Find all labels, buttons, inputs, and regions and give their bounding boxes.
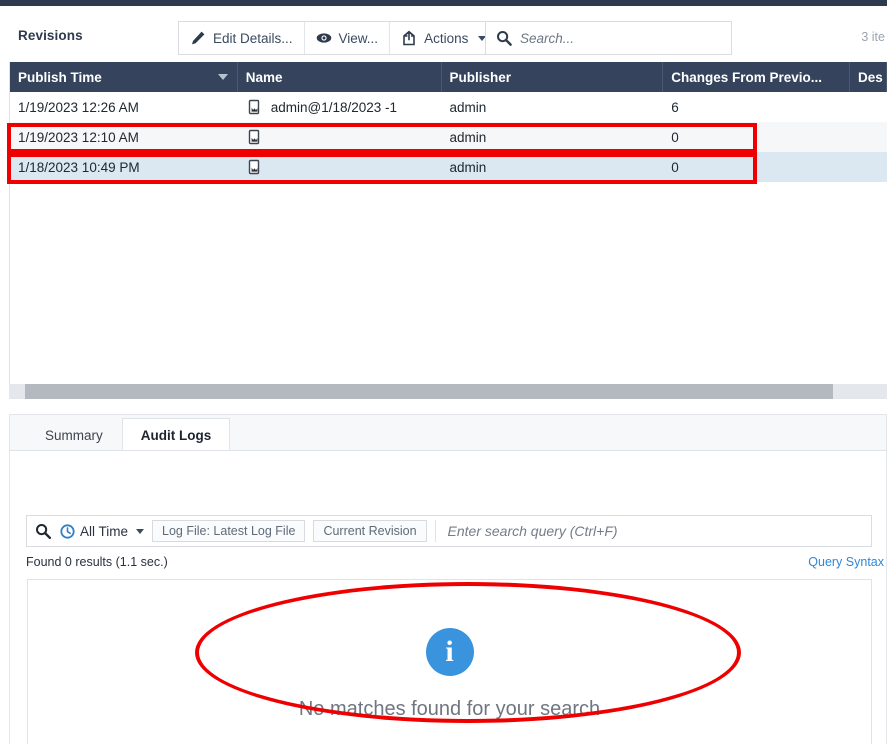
revision-doc-icon [246,99,263,116]
column-header-label: Changes From Previo... [671,70,822,85]
eye-icon [316,30,332,46]
table-row[interactable]: 1/19/2023 12:10 AM admin 0 [10,122,887,152]
query-syntax-link[interactable]: Query Syntax [808,555,884,569]
column-header-label: Publish Time [18,70,102,85]
details-tabstrip: Summary Audit Logs [10,415,886,451]
pencil-icon [190,30,206,46]
cell-publish-time: 1/18/2023 10:49 PM [10,160,238,175]
search-icon[interactable] [35,523,51,539]
cell-publish-time: 1/19/2023 12:26 AM [10,100,238,115]
toolbar-button-group: Edit Details... View... [178,21,498,55]
query-input[interactable]: Enter search query (Ctrl+F) [448,523,618,539]
cell-publisher: admin [442,130,664,145]
edit-details-label: Edit Details... [213,31,293,46]
grid-horizontal-scrollbar[interactable] [9,384,887,399]
tab-label: Summary [45,428,103,443]
actions-label: Actions [424,31,468,46]
revisions-toolbar: Revisions Edit Details... [0,6,887,62]
column-header-label: Publisher [450,70,512,85]
view-button[interactable]: View... [305,22,391,54]
current-revision-chip[interactable]: Current Revision [313,520,426,542]
cell-name: admin@1/18/2023 -1 [238,99,442,116]
tab-label: Audit Logs [141,428,212,443]
info-glyph: i [445,635,453,669]
sort-descending-icon [218,74,228,80]
view-label: View... [339,31,379,46]
revisions-screen: Revisions Edit Details... [0,0,887,744]
results-count-label: Found 0 results (1.1 sec.) [26,555,168,569]
audit-log-search-bar: All Time Log File: Latest Log File Curre… [26,515,872,547]
edit-details-button[interactable]: Edit Details... [179,22,305,54]
table-row[interactable]: 1/18/2023 10:49 PM admin 0 [10,152,887,182]
cell-name [238,159,442,176]
revisions-grid: Publish Time Name Publisher Changes From… [9,62,887,399]
cell-name-label: admin@1/18/2023 -1 [271,100,397,115]
search-placeholder: Search... [520,31,574,46]
column-header-publisher[interactable]: Publisher [442,62,664,92]
cell-publisher: admin [442,160,664,175]
column-header-label: Des [858,70,883,85]
column-header-name[interactable]: Name [238,62,442,92]
time-range-label: All Time [80,524,128,539]
cell-name [238,129,442,146]
share-icon [401,30,417,46]
details-panel: Summary Audit Logs [9,414,887,744]
cell-publisher: admin [442,100,664,115]
column-header-label: Name [246,70,283,85]
tab-audit-logs[interactable]: Audit Logs [122,418,231,452]
actions-button[interactable]: Actions [390,22,497,54]
grid-body: 1/19/2023 12:26 AM admin@1/18/2023 -1 ad… [10,92,887,399]
info-icon: i [426,628,474,676]
grid-header-row: Publish Time Name Publisher Changes From… [10,62,887,92]
table-row[interactable]: 1/19/2023 12:26 AM admin@1/18/2023 -1 ad… [10,92,887,122]
audit-logs-panel: All Time Log File: Latest Log File Curre… [10,450,886,744]
search-icon [496,30,512,46]
cell-changes: 6 [663,100,850,115]
tab-summary[interactable]: Summary [26,418,122,451]
empty-state-message: No matches found for your search [299,698,600,721]
toolbar-divider [435,520,436,542]
cell-changes: 0 [663,130,850,145]
page-title: Revisions [18,28,83,43]
column-header-description[interactable]: Des [850,62,887,92]
cell-publish-time: 1/19/2023 12:10 AM [10,130,238,145]
column-header-publish-time[interactable]: Publish Time [10,62,238,92]
cell-changes: 0 [663,160,850,175]
column-header-changes-from-previous[interactable]: Changes From Previo... [663,62,850,92]
clock-icon [59,523,75,539]
time-range-selector[interactable]: All Time [59,523,144,539]
revision-doc-icon [246,159,263,176]
results-area: i No matches found for your search [27,579,872,744]
revision-doc-icon [246,129,263,146]
log-file-chip[interactable]: Log File: Latest Log File [152,520,305,542]
scrollbar-thumb[interactable] [25,384,833,399]
chevron-down-icon [136,529,144,534]
search-input[interactable]: Search... [485,21,732,55]
item-count-label: 3 ite [861,30,885,44]
empty-state: i No matches found for your search [28,628,871,721]
